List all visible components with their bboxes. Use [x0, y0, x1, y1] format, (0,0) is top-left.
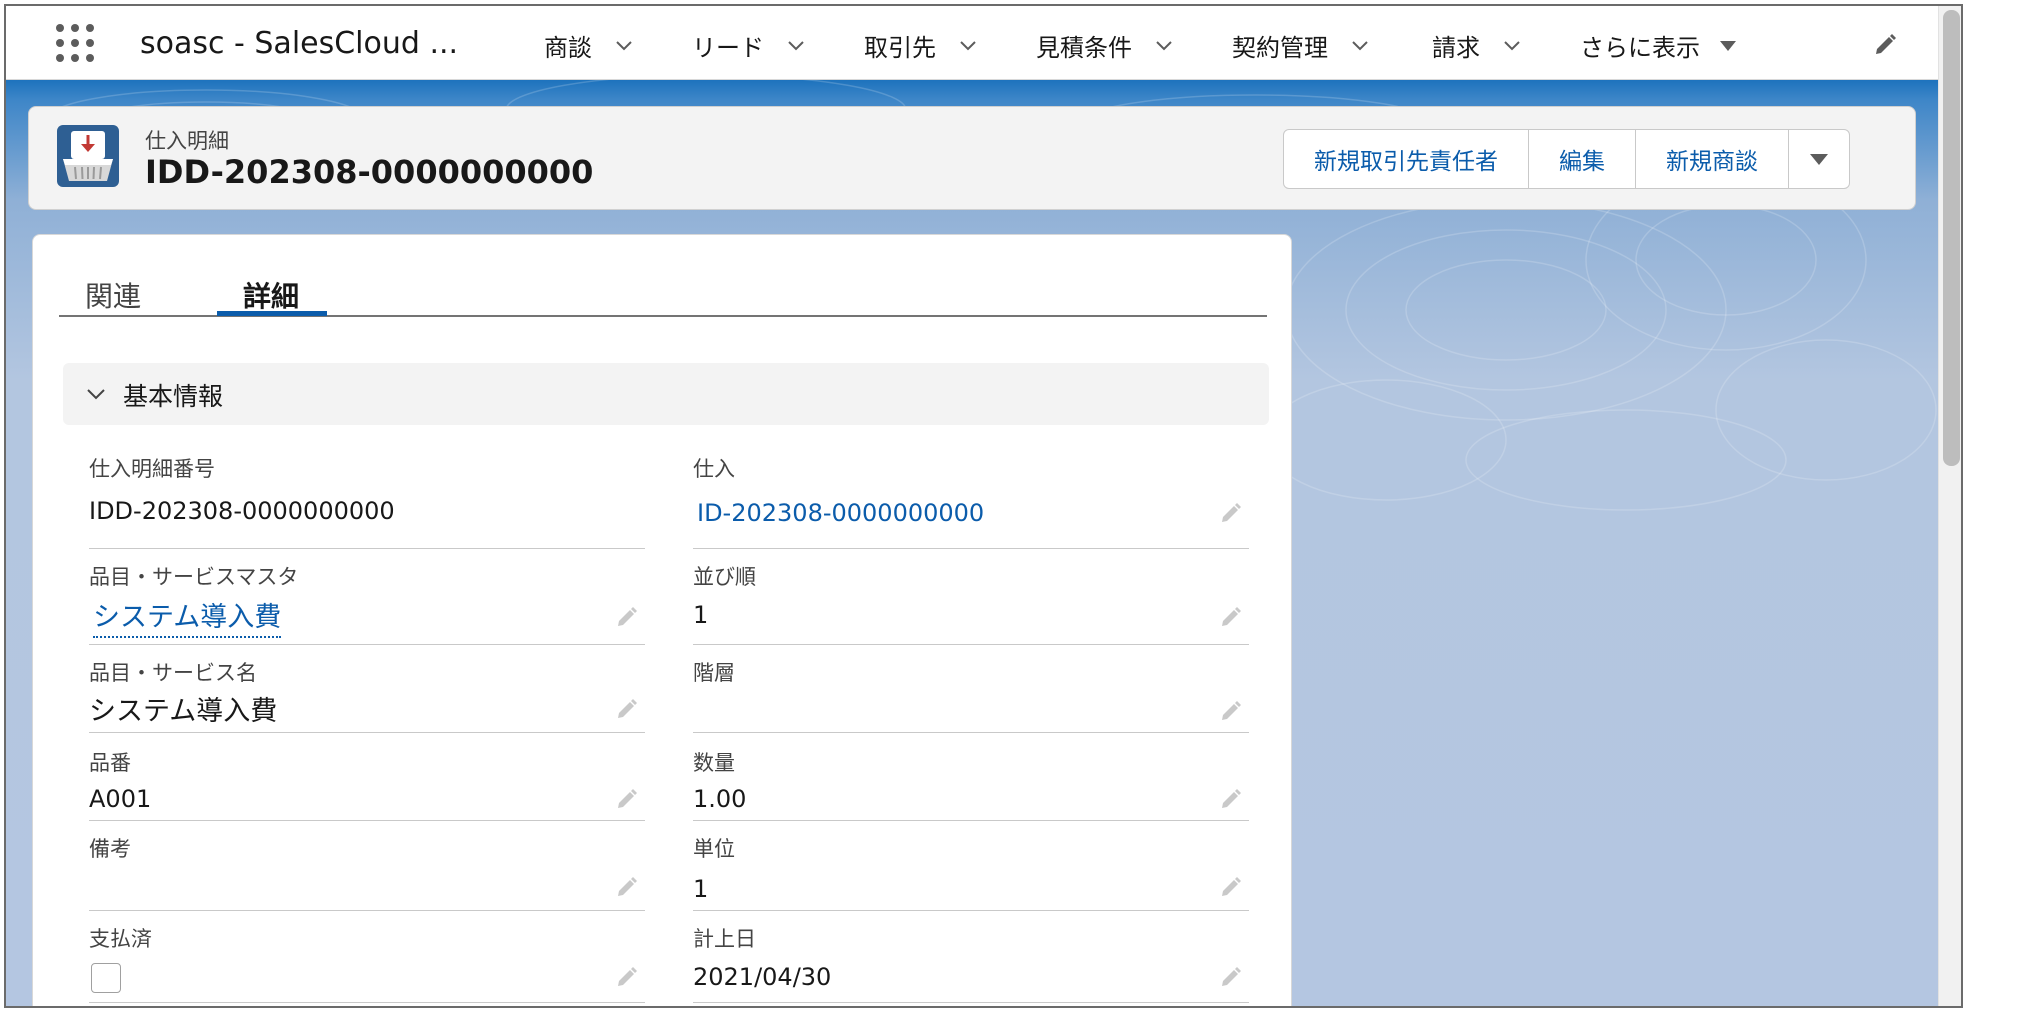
- nav-item-opportunity[interactable]: 商談: [544, 28, 634, 63]
- edit-pencil-icon[interactable]: [1219, 605, 1243, 629]
- chevron-down-icon[interactable]: [786, 36, 806, 56]
- record-header: 仕入明細 IDD-202308-0000000000 新規取引先責任者 編集 新…: [28, 106, 1916, 210]
- item-master-link[interactable]: システム導入費: [93, 595, 282, 638]
- nav-item-lead[interactable]: リード: [692, 28, 806, 63]
- field-posting-date: 計上日 2021/04/30: [693, 911, 1249, 1003]
- chevron-down-icon: [87, 389, 105, 400]
- app-launcher-icon[interactable]: [54, 22, 96, 64]
- field-label: 単位: [693, 837, 735, 861]
- nav-item-label: さらに表示: [1580, 34, 1700, 62]
- field-value: 2021/04/30: [693, 963, 832, 991]
- nav-item-more[interactable]: さらに表示: [1580, 28, 1736, 63]
- field-label: 数量: [693, 751, 735, 775]
- tab-bar: 関連 詳細: [59, 253, 1267, 317]
- field-value: IDD-202308-0000000000: [89, 497, 395, 525]
- field-unit: 単位 1: [693, 821, 1249, 911]
- field-label: 備考: [89, 837, 131, 861]
- field-label: 並び順: [693, 565, 756, 589]
- object-label: 仕入明細: [145, 129, 229, 153]
- field-item-name: 品目・サービス名 システム導入費: [89, 645, 645, 733]
- nav-item-contract[interactable]: 契約管理: [1232, 28, 1370, 63]
- chevron-down-icon[interactable]: [958, 36, 978, 56]
- chevron-down-icon[interactable]: [1154, 36, 1174, 56]
- nav-item-label: 契約管理: [1232, 34, 1328, 62]
- nav-item-label: 商談: [544, 34, 592, 62]
- edit-nav-pencil-icon[interactable]: [1872, 32, 1898, 58]
- field-remarks: 備考: [89, 821, 645, 911]
- edit-pencil-icon[interactable]: [615, 965, 639, 989]
- detail-card: 関連 詳細 基本情報 仕入明細番号 IDD-202308-0000000000 …: [32, 234, 1292, 1006]
- section-title: 基本情報: [123, 382, 224, 411]
- field-label: 階層: [693, 661, 735, 685]
- field-sort-order: 並び順 1: [693, 549, 1249, 645]
- section-basic-info[interactable]: 基本情報: [63, 363, 1269, 425]
- active-tab-indicator: [217, 311, 327, 316]
- edit-pencil-icon[interactable]: [615, 605, 639, 629]
- nav-item-quote-terms[interactable]: 見積条件: [1036, 28, 1174, 63]
- field-label: 品目・サービス名: [89, 661, 257, 685]
- edit-pencil-icon[interactable]: [615, 697, 639, 721]
- new-contact-button[interactable]: 新規取引先責任者: [1284, 130, 1529, 188]
- field-purchase-detail-number: 仕入明細番号 IDD-202308-0000000000: [89, 453, 645, 549]
- edit-pencil-icon[interactable]: [615, 787, 639, 811]
- app-name: soasc - SalesCloud ...: [140, 26, 459, 61]
- chevron-down-icon[interactable]: [1502, 36, 1522, 56]
- field-item-master: 品目・サービスマスタ システム導入費: [89, 549, 645, 645]
- action-button-group: 新規取引先責任者 編集 新規商談: [1283, 129, 1850, 189]
- record-name: IDD-202308-0000000000: [145, 153, 594, 191]
- edit-pencil-icon[interactable]: [1219, 965, 1243, 989]
- nav-item-label: リード: [692, 34, 764, 62]
- field-value: 1.00: [693, 785, 747, 813]
- caret-down-icon[interactable]: [1720, 40, 1736, 51]
- field-label: 品番: [89, 751, 131, 775]
- chevron-down-icon[interactable]: [614, 36, 634, 56]
- field-hierarchy: 階層: [693, 645, 1249, 733]
- field-label: 仕入明細番号: [89, 457, 215, 481]
- field-quantity: 数量 1.00: [693, 733, 1249, 821]
- edit-button[interactable]: 編集: [1529, 130, 1636, 188]
- caret-down-icon: [1810, 153, 1828, 165]
- nav-item-account[interactable]: 取引先: [864, 28, 978, 63]
- field-value: システム導入費: [89, 696, 278, 727]
- paid-checkbox[interactable]: [91, 963, 121, 993]
- new-opportunity-button[interactable]: 新規商談: [1636, 130, 1789, 188]
- global-nav: soasc - SalesCloud ... 商談 リード 取引先 見積条件 契…: [6, 6, 1961, 80]
- edit-pencil-icon[interactable]: [1219, 699, 1243, 723]
- field-paid: 支払済: [89, 911, 645, 1003]
- nav-item-label: 取引先: [864, 34, 936, 62]
- nav-item-label: 請求: [1432, 34, 1480, 62]
- field-value: A001: [89, 785, 152, 813]
- chevron-down-icon[interactable]: [1350, 36, 1370, 56]
- scrollbar-thumb[interactable]: [1943, 10, 1960, 466]
- purchase-link[interactable]: ID-202308-0000000000: [697, 499, 984, 527]
- edit-pencil-icon[interactable]: [1219, 501, 1243, 525]
- field-label: 支払済: [89, 927, 152, 951]
- tab-related[interactable]: 関連: [85, 275, 141, 315]
- field-value: 1: [693, 601, 709, 629]
- edit-pencil-icon[interactable]: [1219, 875, 1243, 899]
- edit-pencil-icon[interactable]: [1219, 787, 1243, 811]
- field-label: 品目・サービスマスタ: [89, 565, 299, 589]
- field-label: 計上日: [693, 927, 756, 951]
- edit-pencil-icon[interactable]: [615, 875, 639, 899]
- field-label: 仕入: [693, 457, 735, 481]
- field-purchase: 仕入 ID-202308-0000000000: [693, 453, 1249, 549]
- field-part-number: 品番 A001: [89, 733, 645, 821]
- more-actions-button[interactable]: [1789, 130, 1849, 188]
- nav-item-billing[interactable]: 請求: [1432, 28, 1522, 63]
- field-value: 1: [693, 875, 709, 903]
- tab-details[interactable]: 詳細: [243, 275, 299, 315]
- nav-item-label: 見積条件: [1036, 34, 1132, 62]
- browser-frame: soasc - SalesCloud ... 商談 リード 取引先 見積条件 契…: [4, 4, 1963, 1008]
- basket-download-icon: [57, 125, 119, 187]
